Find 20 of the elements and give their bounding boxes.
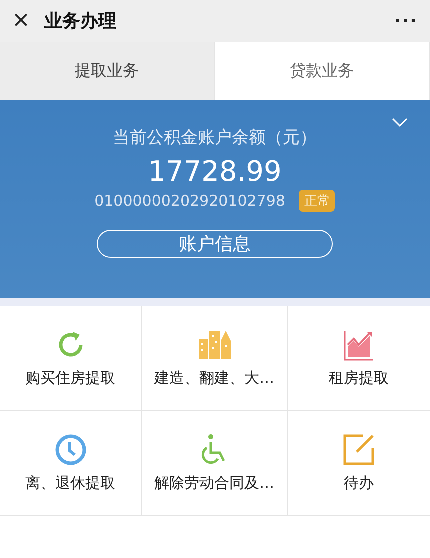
page-title: 业务办理 xyxy=(44,10,118,33)
service-label[interactable]: 离、退休提取 xyxy=(26,474,116,492)
balance-caption: 当前公积金账户余额（元） xyxy=(113,127,317,149)
account-number: 01000000202920102798 xyxy=(94,192,286,210)
close-button[interactable]: × xyxy=(12,10,30,32)
edit-icon xyxy=(343,434,375,466)
service-label[interactable]: 建造、翻建、大… xyxy=(154,368,274,388)
service-label[interactable]: 租房提取 xyxy=(329,368,389,388)
tab[interactable]: 提取业务 xyxy=(0,42,215,100)
service-label[interactable]: 待办 xyxy=(344,474,374,492)
more-button[interactable]: ··· xyxy=(394,10,418,32)
status-badge: 正常 xyxy=(299,190,336,212)
chevron-icon[interactable] xyxy=(392,118,408,128)
service-label[interactable]: 解除劳动合同及… xyxy=(154,474,274,492)
service-label[interactable]: 购买住房提取 xyxy=(26,368,116,388)
balance-amount: 17728.99 xyxy=(148,155,282,188)
buildings-icon xyxy=(198,328,232,360)
clock-icon xyxy=(54,434,86,466)
account-info-button[interactable]: 账户信息 xyxy=(97,230,333,258)
chart-icon xyxy=(343,328,375,360)
